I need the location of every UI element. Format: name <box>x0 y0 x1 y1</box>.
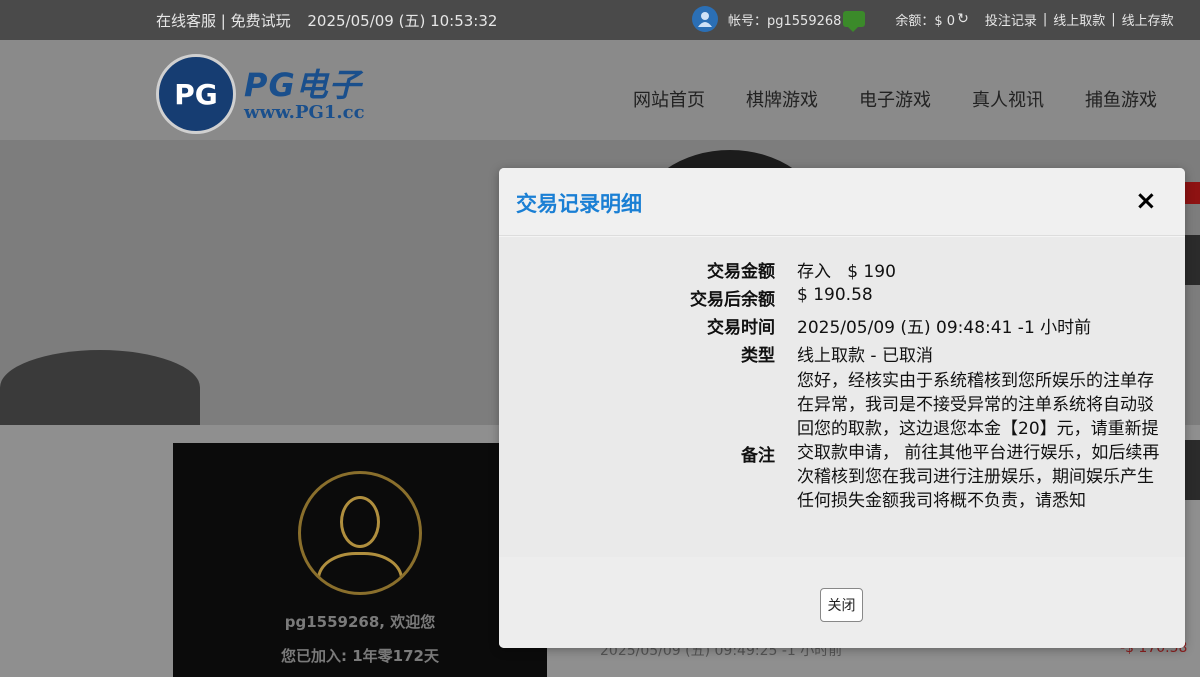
detail-label: 交易后余额 <box>690 290 775 310</box>
detail-label: 交易时间 <box>707 318 775 338</box>
modal-footer: 关闭 <box>499 557 1185 648</box>
close-icon[interactable]: × <box>1135 188 1157 214</box>
modal-header: 交易记录明细 × <box>499 168 1185 236</box>
modal-body: 交易金额 存入 $ 190 交易后余额 $ 190.58 交易时间 2025/0… <box>499 237 1185 557</box>
note-label: 备注 <box>741 446 775 466</box>
detail-value: $ 190.58 <box>797 285 873 305</box>
detail-label: 交易金额 <box>707 262 775 282</box>
detail-value: 线上取款 - 已取消 <box>797 346 933 366</box>
detail-label: 类型 <box>741 346 775 366</box>
modal-title: 交易记录明细 <box>516 192 642 216</box>
transaction-detail-modal: 交易记录明细 × 交易金额 存入 $ 190 交易后余额 $ 190.58 交易… <box>499 168 1185 648</box>
close-button[interactable]: 关闭 <box>820 588 863 622</box>
detail-value: 2025/05/09 (五) 09:48:41 -1 小时前 <box>797 318 1092 338</box>
detail-value: 存入 $ 190 <box>797 262 896 282</box>
note-text: 您好，经核实由于系统稽核到您所娱乐的注单存在异常，我司是不接受异常的注单系统将自… <box>797 371 1160 511</box>
